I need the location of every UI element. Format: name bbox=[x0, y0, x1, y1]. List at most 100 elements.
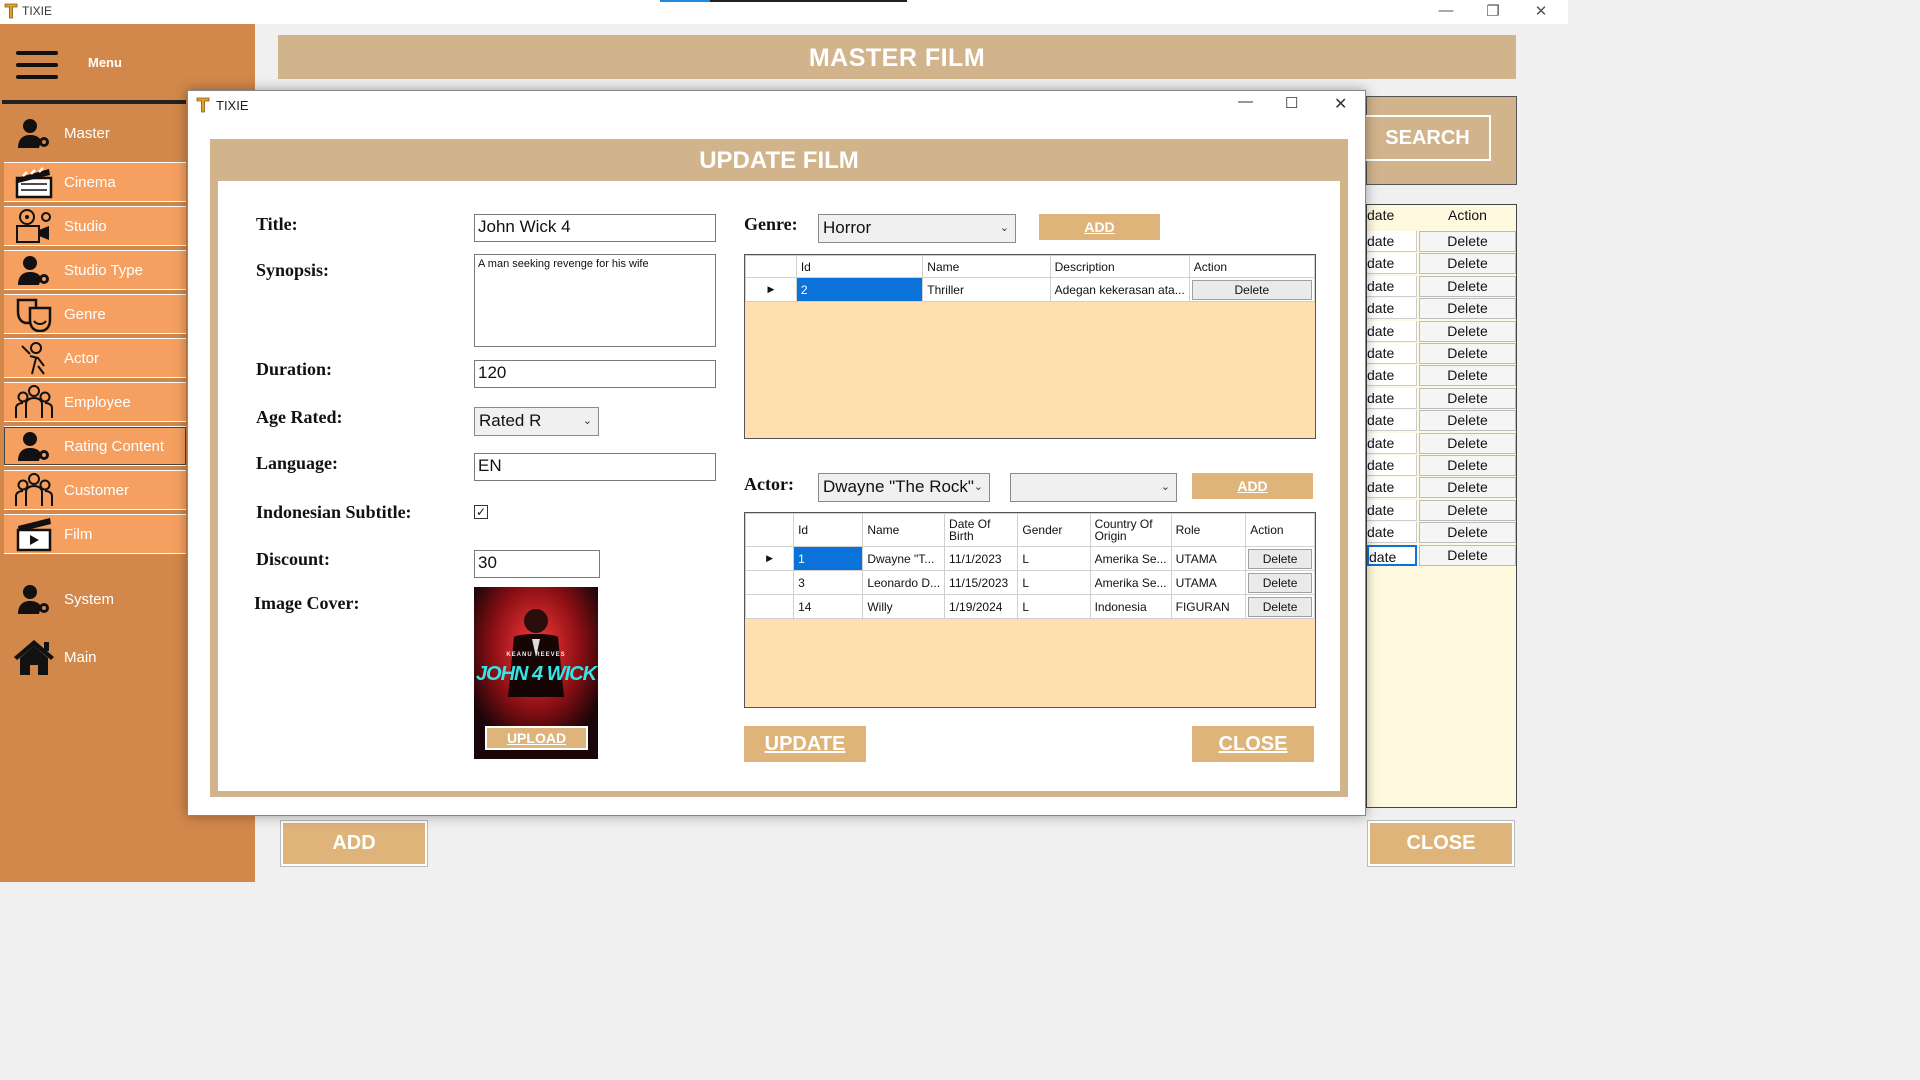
actor-gender-cell[interactable]: L bbox=[1017, 570, 1091, 595]
actor-dob-cell[interactable]: 11/15/2023 bbox=[944, 570, 1019, 595]
actor-country-cell[interactable]: Indonesia bbox=[1089, 594, 1172, 619]
role-select[interactable]: ⌄ bbox=[1010, 473, 1177, 502]
delete-cell[interactable]: Delete bbox=[1419, 544, 1516, 566]
delete-genre-button[interactable]: Delete bbox=[1191, 279, 1312, 300]
sidebar-item-employee[interactable]: Employee bbox=[4, 382, 186, 422]
sidebar-item-cinema[interactable]: Cinema bbox=[4, 162, 186, 202]
actor-name-cell[interactable]: Leonardo D... bbox=[862, 570, 946, 595]
add-actor-button[interactable]: ADD bbox=[1192, 473, 1313, 499]
update-cell[interactable]: date bbox=[1367, 343, 1417, 364]
genre-grid[interactable]: Id Name Description Action ▶ 2 Thriller … bbox=[744, 254, 1316, 439]
table-row[interactable]: date Delete bbox=[1367, 432, 1518, 455]
sidebar-item-system[interactable]: System bbox=[4, 579, 186, 619]
actor-name-cell[interactable]: Dwayne "T... bbox=[862, 546, 946, 571]
minimize-icon[interactable]: — bbox=[1238, 93, 1253, 110]
delete-cell[interactable]: Delete bbox=[1419, 298, 1516, 320]
sidebar-item-customer[interactable]: Customer bbox=[4, 470, 186, 510]
delete-cell[interactable]: Delete bbox=[1419, 477, 1516, 499]
update-cell[interactable]: date bbox=[1367, 320, 1417, 342]
update-cell[interactable]: date bbox=[1367, 275, 1417, 297]
actor-id-cell[interactable]: 1 bbox=[793, 546, 864, 571]
actor-dob-cell[interactable]: 11/1/2023 bbox=[944, 546, 1019, 571]
table-row[interactable]: ▶ 2 Thriller Adegan kekerasan ata... Del… bbox=[745, 277, 1316, 302]
delete-cell[interactable]: Delete bbox=[1419, 320, 1516, 342]
update-cell[interactable]: date bbox=[1367, 455, 1417, 476]
delete-cell[interactable]: Delete bbox=[1419, 231, 1516, 252]
table-row[interactable]: date Delete bbox=[1367, 477, 1518, 499]
table-row[interactable]: date Delete bbox=[1367, 410, 1518, 432]
delete-cell[interactable]: Delete bbox=[1419, 432, 1516, 454]
title-input[interactable]: John Wick 4 bbox=[474, 214, 716, 242]
delete-cell[interactable]: Delete bbox=[1419, 387, 1516, 409]
delete-cell[interactable]: Delete bbox=[1419, 365, 1516, 387]
actor-name-cell[interactable]: Willy bbox=[862, 594, 946, 619]
sidebar-item-rating-content[interactable]: Rating Content bbox=[4, 426, 186, 466]
genre-select[interactable]: Horror ⌄ bbox=[818, 214, 1016, 243]
update-cell[interactable]: date bbox=[1367, 253, 1417, 275]
update-cell[interactable]: date bbox=[1367, 410, 1417, 432]
update-cell[interactable]: date bbox=[1367, 387, 1417, 409]
table-row[interactable]: date Delete bbox=[1367, 275, 1518, 298]
sidebar-item-studio-type[interactable]: Studio Type bbox=[4, 250, 186, 290]
delete-actor-button[interactable]: Delete bbox=[1248, 596, 1312, 617]
actor-grid[interactable]: Id Name Date Of Birth Gender Country Of … bbox=[744, 512, 1316, 708]
close-master-button[interactable]: CLOSE bbox=[1368, 821, 1514, 866]
hamburger-icon[interactable] bbox=[16, 51, 58, 87]
synopsis-input[interactable]: A man seeking revenge for his wife bbox=[474, 254, 716, 347]
sidebar-item-studio[interactable]: Studio bbox=[4, 206, 186, 246]
table-row[interactable]: date Delete bbox=[1367, 387, 1518, 410]
upload-button[interactable]: UPLOAD bbox=[485, 726, 588, 750]
language-input[interactable]: EN bbox=[474, 453, 716, 481]
actor-role-cell[interactable]: UTAMA bbox=[1170, 570, 1247, 595]
sidebar-item-film[interactable]: Film bbox=[4, 514, 186, 554]
table-row[interactable]: date Delete bbox=[1367, 320, 1518, 343]
delete-cell[interactable]: Delete bbox=[1419, 343, 1516, 364]
subtitle-checkbox[interactable]: ✓ bbox=[474, 505, 488, 519]
actor-select[interactable]: Dwayne "The Rock" ⌄ bbox=[818, 473, 990, 502]
close-icon[interactable]: ✕ bbox=[1529, 2, 1553, 20]
actor-dob-cell[interactable]: 1/19/2024 bbox=[944, 594, 1019, 619]
sidebar-item-actor[interactable]: Actor bbox=[4, 338, 186, 378]
table-row[interactable]: date Delete bbox=[1367, 499, 1518, 522]
update-cell[interactable]: date bbox=[1367, 365, 1417, 387]
sidebar-item-main[interactable]: Main bbox=[4, 637, 186, 677]
delete-cell[interactable]: Delete bbox=[1419, 455, 1516, 476]
table-row[interactable]: 14 Willy 1/19/2024 L Indonesia FIGURAN D… bbox=[744, 594, 1315, 619]
update-cell[interactable]: date bbox=[1367, 477, 1417, 499]
discount-input[interactable]: 30 bbox=[474, 550, 600, 578]
update-cell[interactable]: date bbox=[1367, 499, 1417, 521]
table-row[interactable]: date Delete bbox=[1367, 343, 1518, 365]
delete-actor-button[interactable]: Delete bbox=[1248, 572, 1312, 593]
update-cell[interactable]: date bbox=[1367, 544, 1417, 566]
table-row[interactable]: date Delete bbox=[1367, 231, 1518, 253]
actor-gender-cell[interactable]: L bbox=[1017, 594, 1091, 619]
table-row[interactable]: date Delete bbox=[1367, 253, 1518, 275]
actor-country-cell[interactable]: Amerika Se... bbox=[1089, 570, 1172, 595]
table-row[interactable]: date Delete bbox=[1367, 522, 1518, 544]
update-button[interactable]: UPDATE bbox=[744, 726, 866, 762]
maximize-icon[interactable]: ☐ bbox=[1285, 94, 1298, 112]
age-rated-select[interactable]: Rated R ⌄ bbox=[474, 407, 599, 436]
sidebar-item-genre[interactable]: Genre bbox=[4, 294, 186, 334]
duration-input[interactable]: 120 bbox=[474, 360, 716, 388]
actor-role-cell[interactable]: FIGURAN bbox=[1170, 594, 1247, 619]
sidebar-item-master[interactable]: Master bbox=[4, 113, 186, 153]
update-cell[interactable]: date bbox=[1367, 298, 1417, 320]
actor-id-cell[interactable]: 3 bbox=[793, 570, 864, 595]
delete-actor-button[interactable]: Delete bbox=[1248, 548, 1312, 569]
table-row[interactable]: date Delete bbox=[1367, 365, 1518, 387]
delete-cell[interactable]: Delete bbox=[1419, 499, 1516, 521]
add-film-button[interactable]: ADD bbox=[281, 821, 427, 866]
close-dialog-button[interactable]: CLOSE bbox=[1192, 726, 1314, 762]
table-row[interactable]: date Delete bbox=[1367, 544, 1518, 567]
update-cell[interactable]: date bbox=[1367, 522, 1417, 544]
menu-header[interactable]: Menu bbox=[0, 24, 187, 102]
table-row[interactable]: 3 Leonardo D... 11/15/2023 L Amerika Se.… bbox=[744, 570, 1315, 595]
genre-name-cell[interactable]: Thriller bbox=[922, 277, 1051, 302]
add-genre-button[interactable]: ADD bbox=[1039, 214, 1160, 240]
table-row[interactable]: date Delete bbox=[1367, 298, 1518, 320]
table-row[interactable]: ▶ 1 Dwayne "T... 11/1/2023 L Amerika Se.… bbox=[744, 546, 1315, 571]
actor-gender-cell[interactable]: L bbox=[1017, 546, 1091, 571]
delete-cell[interactable]: Delete bbox=[1419, 410, 1516, 432]
delete-cell[interactable]: Delete bbox=[1419, 275, 1516, 297]
